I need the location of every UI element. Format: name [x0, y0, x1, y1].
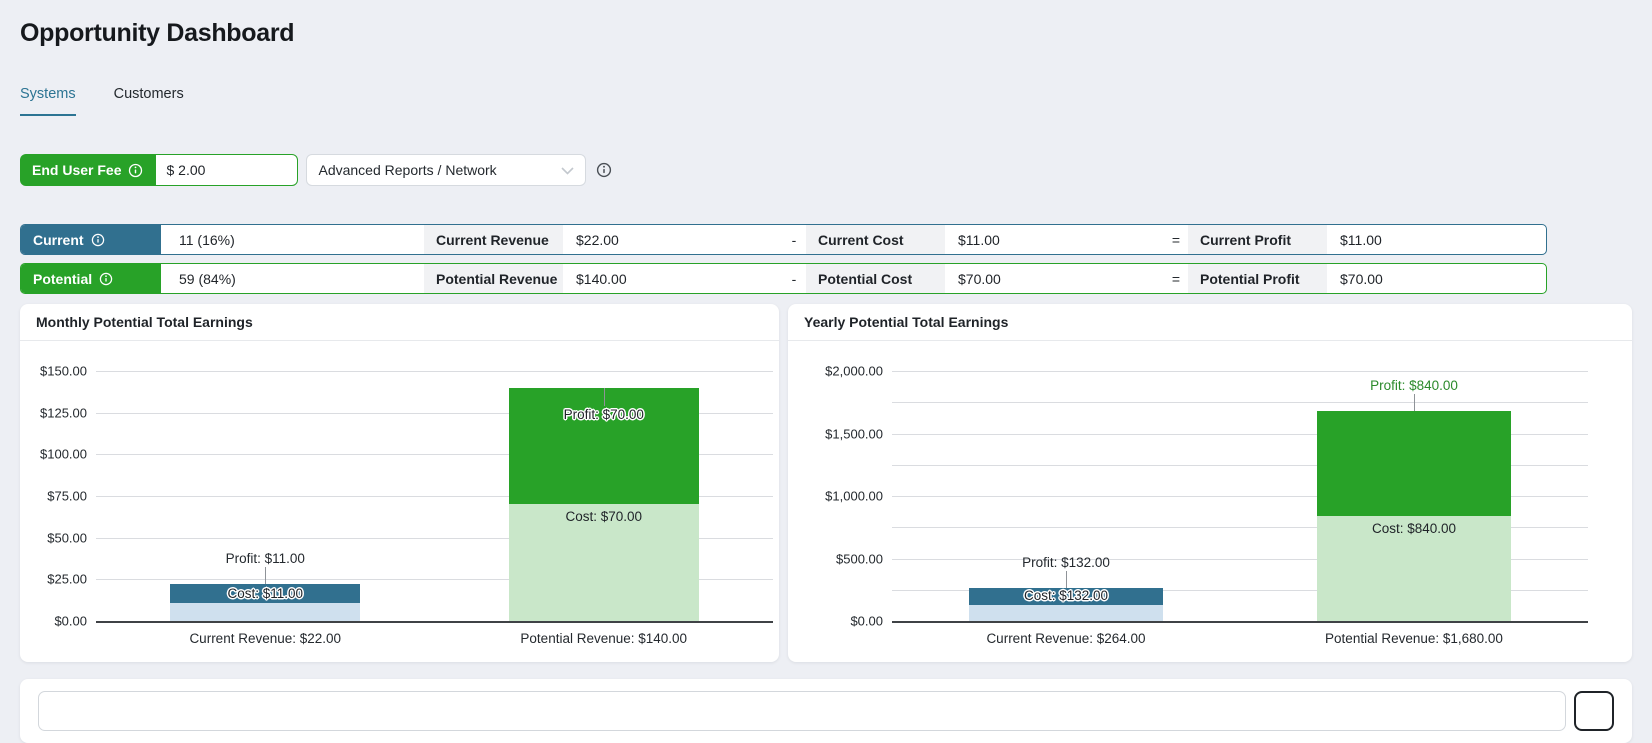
y-tick-label: $0.00	[54, 614, 87, 629]
plot-area: $0.00$500.00$1,000.00$1,500.00$2,000.00P…	[892, 371, 1588, 621]
x-axis-labels: Current Revenue: $264.00Potential Revenu…	[892, 631, 1588, 646]
tab-bar: Systems Customers	[20, 86, 1632, 116]
current-label-text: Current	[33, 232, 84, 248]
y-tick-label: $1,500.00	[825, 426, 883, 441]
yearly-earnings-chart: Yearly Potential Total Earnings $0.00 $50…	[788, 304, 1632, 662]
potential-profit-label: Potential Profit	[1188, 264, 1327, 293]
page-title: Opportunity Dashboard	[20, 18, 1632, 48]
cost-label: Cost: $11.00	[227, 585, 303, 602]
summary-section: Current 11 (16%) Current Revenue $22.00 …	[20, 224, 1547, 294]
y-tick-label: $0.00	[850, 614, 883, 629]
potential-revenue-value: $140.00	[563, 264, 782, 293]
current-label-badge: Current	[21, 225, 161, 254]
x-category-label: Potential Revenue: $1,680.00	[1240, 631, 1588, 646]
current-cost-value: $11.00	[945, 225, 1164, 254]
label-connector-line	[1414, 394, 1415, 411]
yearly-chart-title: Yearly Potential Total Earnings	[788, 304, 1632, 341]
report-type-select[interactable]: Advanced Reports / Network	[306, 154, 586, 186]
yearly-chart-body: $0.00 $500.00 $1,000.00 $1,500.00 $2,000.00 P…	[788, 341, 1632, 662]
bar-cost-segment	[170, 603, 360, 621]
plot-area: $0.00$25.00$50.00$75.00$100.00$125.00$15…	[96, 371, 773, 621]
gridline	[96, 371, 773, 372]
profit-label: Profit: $70.00	[564, 406, 644, 423]
y-tick-label: $125.00	[40, 405, 87, 420]
y-tick-label: $100.00	[40, 447, 87, 462]
current-revenue-label: Current Revenue	[424, 225, 563, 254]
tab-systems[interactable]: Systems	[20, 86, 76, 116]
current-profit-value: $11.00	[1327, 225, 1546, 254]
end-user-fee-label-text: End User Fee	[32, 162, 121, 178]
current-cost-label: Current Cost	[806, 225, 945, 254]
equals-operator: =	[1164, 264, 1188, 293]
x-category-label: Current Revenue: $22.00	[96, 631, 435, 646]
minus-operator: -	[782, 264, 806, 293]
profit-label: Profit: $132.00	[1022, 554, 1110, 571]
gridline	[892, 402, 1588, 403]
opportunity-dashboard-page: Opportunity Dashboard Systems Customers …	[0, 0, 1652, 743]
y-tick-label: $150.00	[40, 364, 87, 379]
y-tick-label: $50.00	[47, 530, 87, 545]
chevron-down-icon	[561, 162, 574, 178]
potential-cost-value: $70.00	[945, 264, 1164, 293]
monthly-chart-title: Monthly Potential Total Earnings	[20, 304, 779, 341]
gridline	[892, 371, 1588, 372]
info-icon[interactable]	[128, 163, 143, 178]
potential-profit-value: $70.00	[1327, 264, 1546, 293]
potential-revenue-label: Potential Revenue	[424, 264, 563, 293]
label-connector-line	[1066, 571, 1067, 588]
bar-profit-segment	[1317, 411, 1512, 516]
x-category-label: Potential Revenue: $140.00	[435, 631, 774, 646]
current-count: 11 (16%)	[161, 225, 424, 254]
equals-operator: =	[1164, 225, 1188, 254]
cost-label: Cost: $70.00	[565, 508, 642, 525]
info-icon[interactable]	[91, 233, 105, 247]
current-profit-label: Current Profit	[1188, 225, 1327, 254]
current-summary-row: Current 11 (16%) Current Revenue $22.00 …	[20, 224, 1547, 255]
label-connector-line	[265, 567, 266, 584]
cost-label: Cost: $840.00	[1372, 520, 1456, 537]
bottom-search-input[interactable]	[38, 691, 1566, 731]
potential-cost-label: Potential Cost	[806, 264, 945, 293]
minus-operator: -	[782, 225, 806, 254]
report-type-select-value: Advanced Reports / Network	[318, 162, 496, 178]
x-axis-line	[96, 621, 773, 623]
y-tick-label: $1,000.00	[825, 489, 883, 504]
y-tick-label: $2,000.00	[825, 364, 883, 379]
potential-label-badge: Potential	[21, 264, 161, 293]
end-user-fee-group: End User Fee $ 2.00	[20, 154, 298, 186]
potential-summary-row: Potential 59 (84%) Potential Revenue $14…	[20, 263, 1547, 294]
profit-label: Profit: $840.00	[1370, 377, 1458, 394]
y-tick-label: $25.00	[47, 572, 87, 587]
bottom-action-button[interactable]	[1574, 691, 1614, 731]
x-axis-line	[892, 621, 1588, 623]
end-user-fee-input[interactable]: $ 2.00	[155, 154, 298, 186]
profit-label: Profit: $11.00	[226, 550, 305, 567]
monthly-earnings-chart: Monthly Potential Total Earnings $0.00 $2…	[20, 304, 779, 662]
potential-count: 59 (84%)	[161, 264, 424, 293]
label-connector-line	[604, 388, 605, 406]
cost-label: Cost: $132.00	[1024, 587, 1108, 604]
tab-customers[interactable]: Customers	[114, 86, 184, 116]
x-axis-labels: Current Revenue: $22.00Potential Revenue…	[96, 631, 773, 646]
info-icon[interactable]	[99, 272, 113, 286]
charts-section: Monthly Potential Total Earnings $0.00 $2…	[20, 304, 1632, 662]
potential-label-text: Potential	[33, 271, 92, 287]
current-revenue-value: $22.00	[563, 225, 782, 254]
y-tick-label: $500.00	[836, 551, 883, 566]
monthly-chart-body: $0.00 $25.00 $50.00 $75.00 $100.00 $125.00 $15…	[20, 341, 779, 662]
y-tick-label: $75.00	[47, 489, 87, 504]
info-icon[interactable]	[596, 162, 612, 178]
bottom-panel	[20, 679, 1632, 743]
end-user-fee-label: End User Fee	[20, 154, 155, 186]
end-user-fee-row: End User Fee $ 2.00 Advanced Reports / N…	[20, 154, 1632, 186]
bar-cost-segment	[969, 605, 1164, 622]
x-category-label: Current Revenue: $264.00	[892, 631, 1240, 646]
